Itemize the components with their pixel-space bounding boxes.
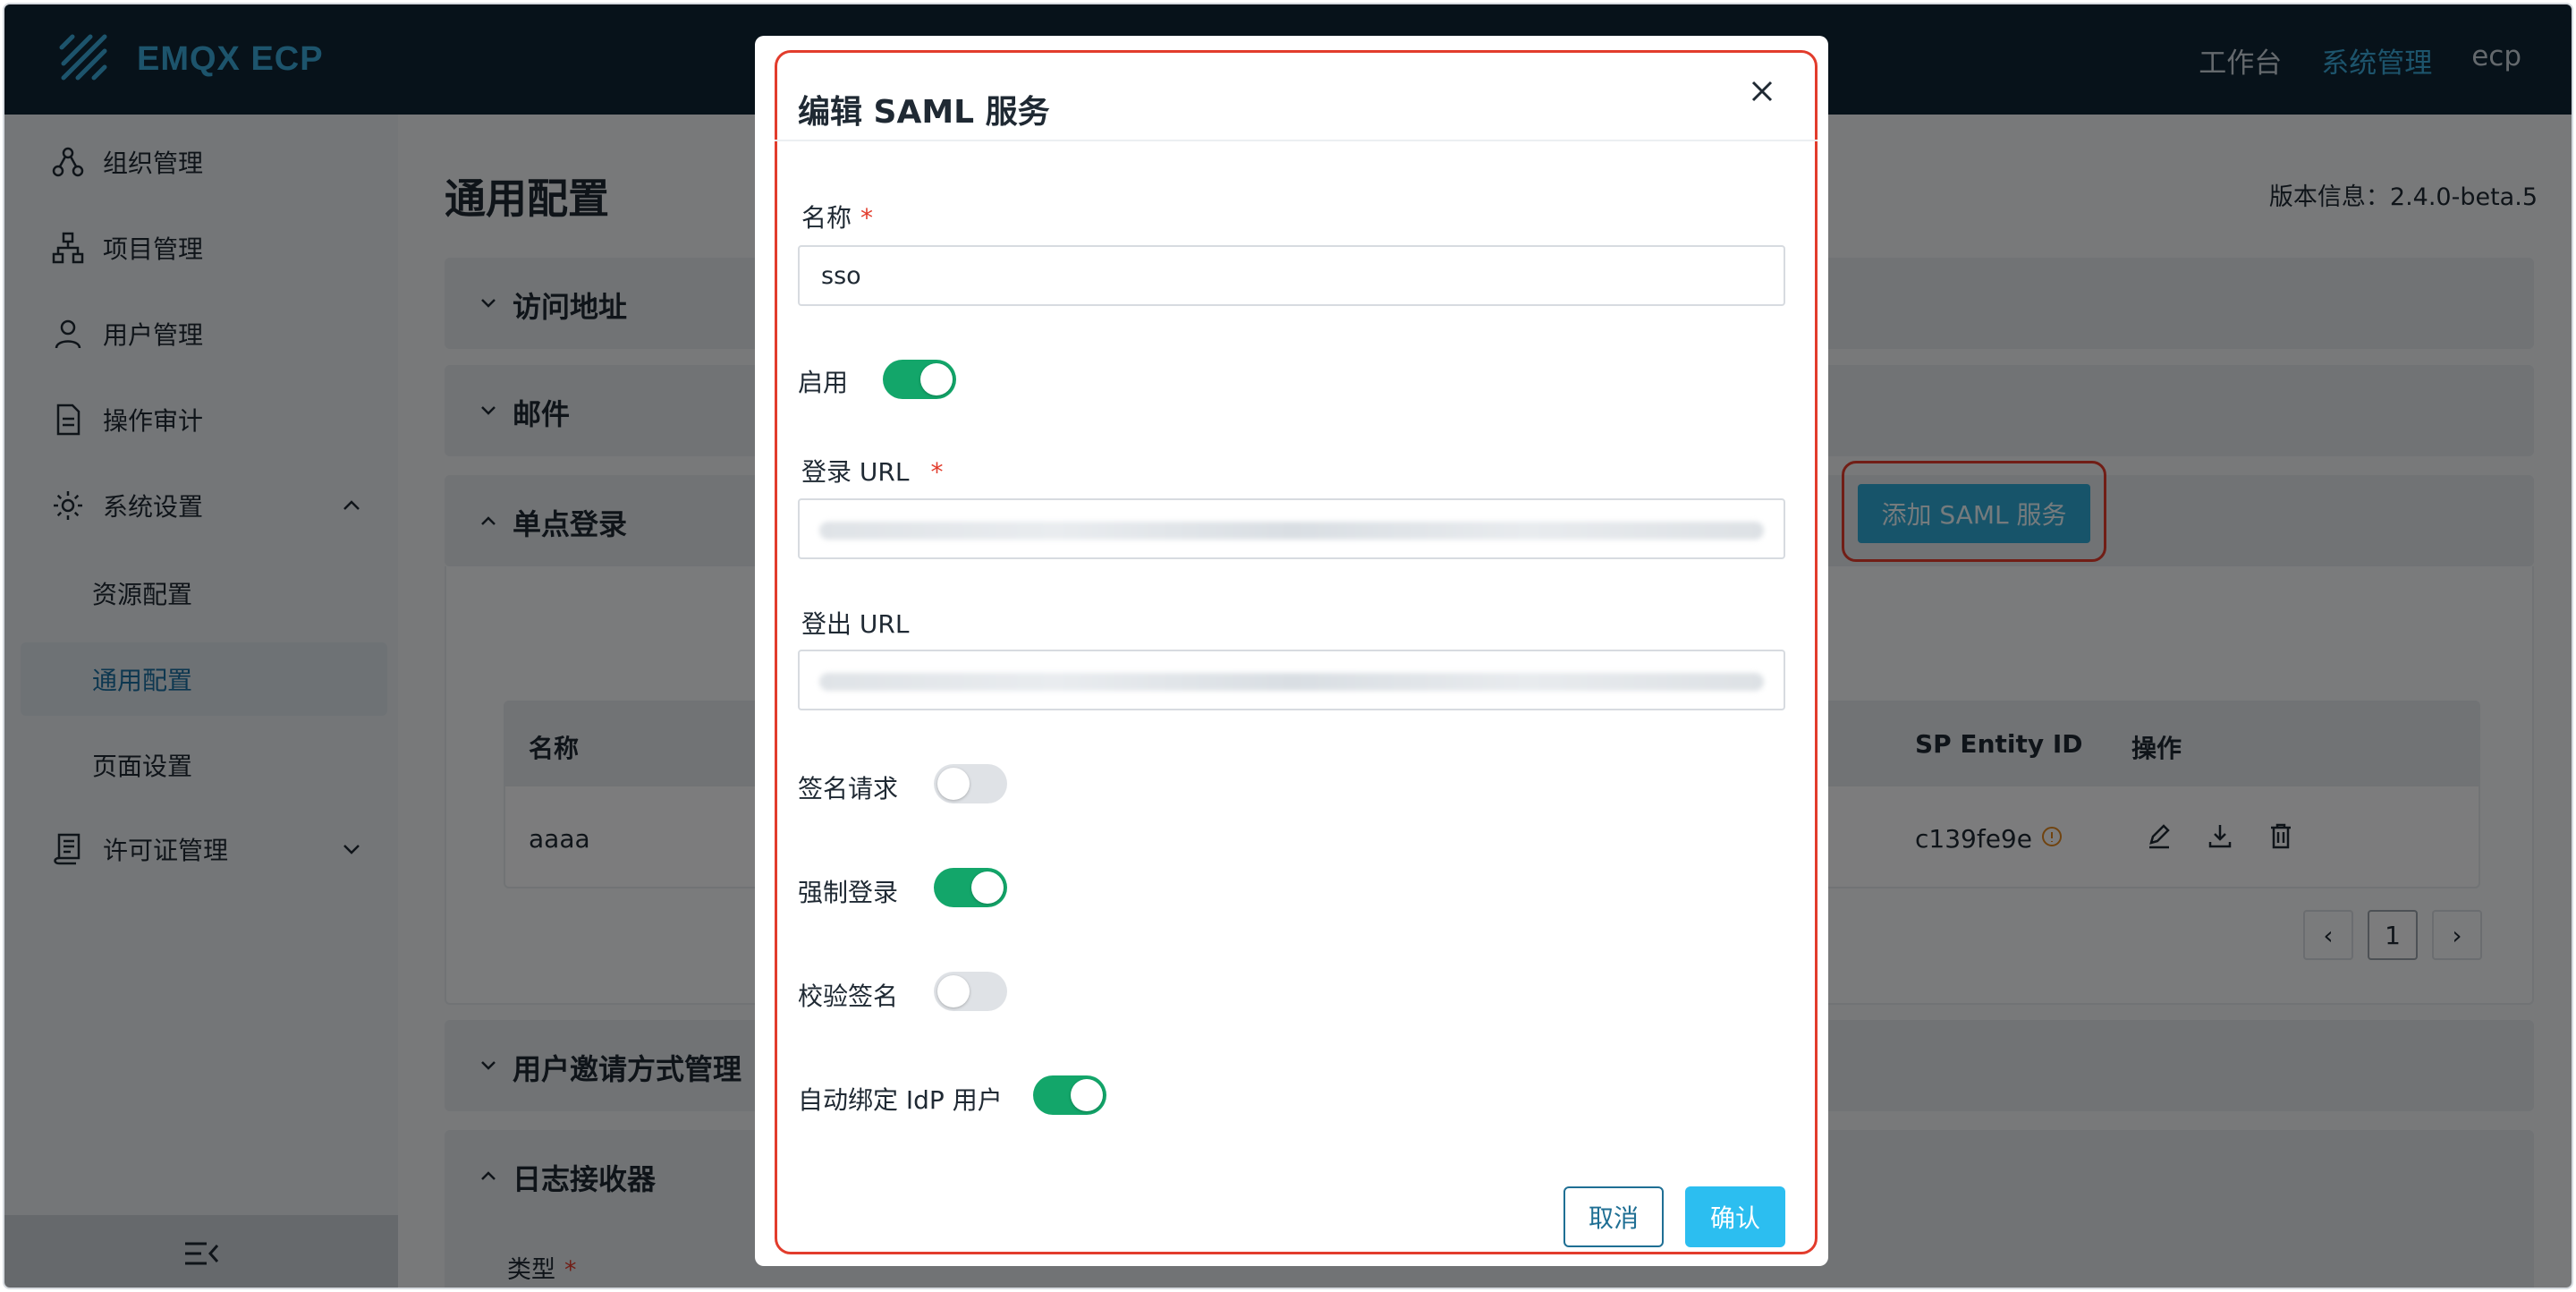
toggle-knob bbox=[937, 768, 970, 800]
login-url-label: 登录 URL * bbox=[801, 457, 944, 487]
close-icon[interactable] bbox=[1744, 73, 1780, 109]
confirm-button[interactable]: 确认 bbox=[1685, 1186, 1785, 1247]
toggle-knob bbox=[937, 975, 970, 1007]
auto-bind-toggle[interactable] bbox=[1033, 1075, 1106, 1115]
sign-request-toggle[interactable] bbox=[934, 764, 1007, 803]
force-login-toggle[interactable] bbox=[934, 868, 1007, 907]
verify-sign-toggle[interactable] bbox=[934, 972, 1007, 1011]
dialog-divider bbox=[775, 140, 1818, 141]
logout-url-input[interactable] bbox=[798, 650, 1785, 710]
enable-label: 启用 bbox=[798, 368, 849, 397]
cancel-button[interactable]: 取消 bbox=[1563, 1186, 1664, 1247]
toggle-knob bbox=[971, 871, 1004, 904]
logout-url-label: 登出 URL bbox=[801, 609, 910, 639]
toggle-knob bbox=[920, 363, 953, 395]
sign-request-label: 签名请求 bbox=[798, 774, 899, 803]
name-input[interactable]: sso bbox=[798, 245, 1785, 306]
enable-toggle[interactable] bbox=[883, 360, 956, 399]
blurred-url bbox=[819, 673, 1764, 691]
toggle-knob bbox=[1071, 1079, 1103, 1111]
name-field-label: 名称 * bbox=[801, 203, 874, 233]
force-login-label: 强制登录 bbox=[798, 878, 899, 907]
login-url-input[interactable] bbox=[798, 498, 1785, 559]
auto-bind-label: 自动绑定 IdP 用户 bbox=[798, 1085, 1003, 1115]
dialog-title: 编辑 SAML 服务 bbox=[798, 94, 1050, 131]
verify-sign-label: 校验签名 bbox=[798, 982, 899, 1011]
blurred-url bbox=[819, 522, 1764, 540]
